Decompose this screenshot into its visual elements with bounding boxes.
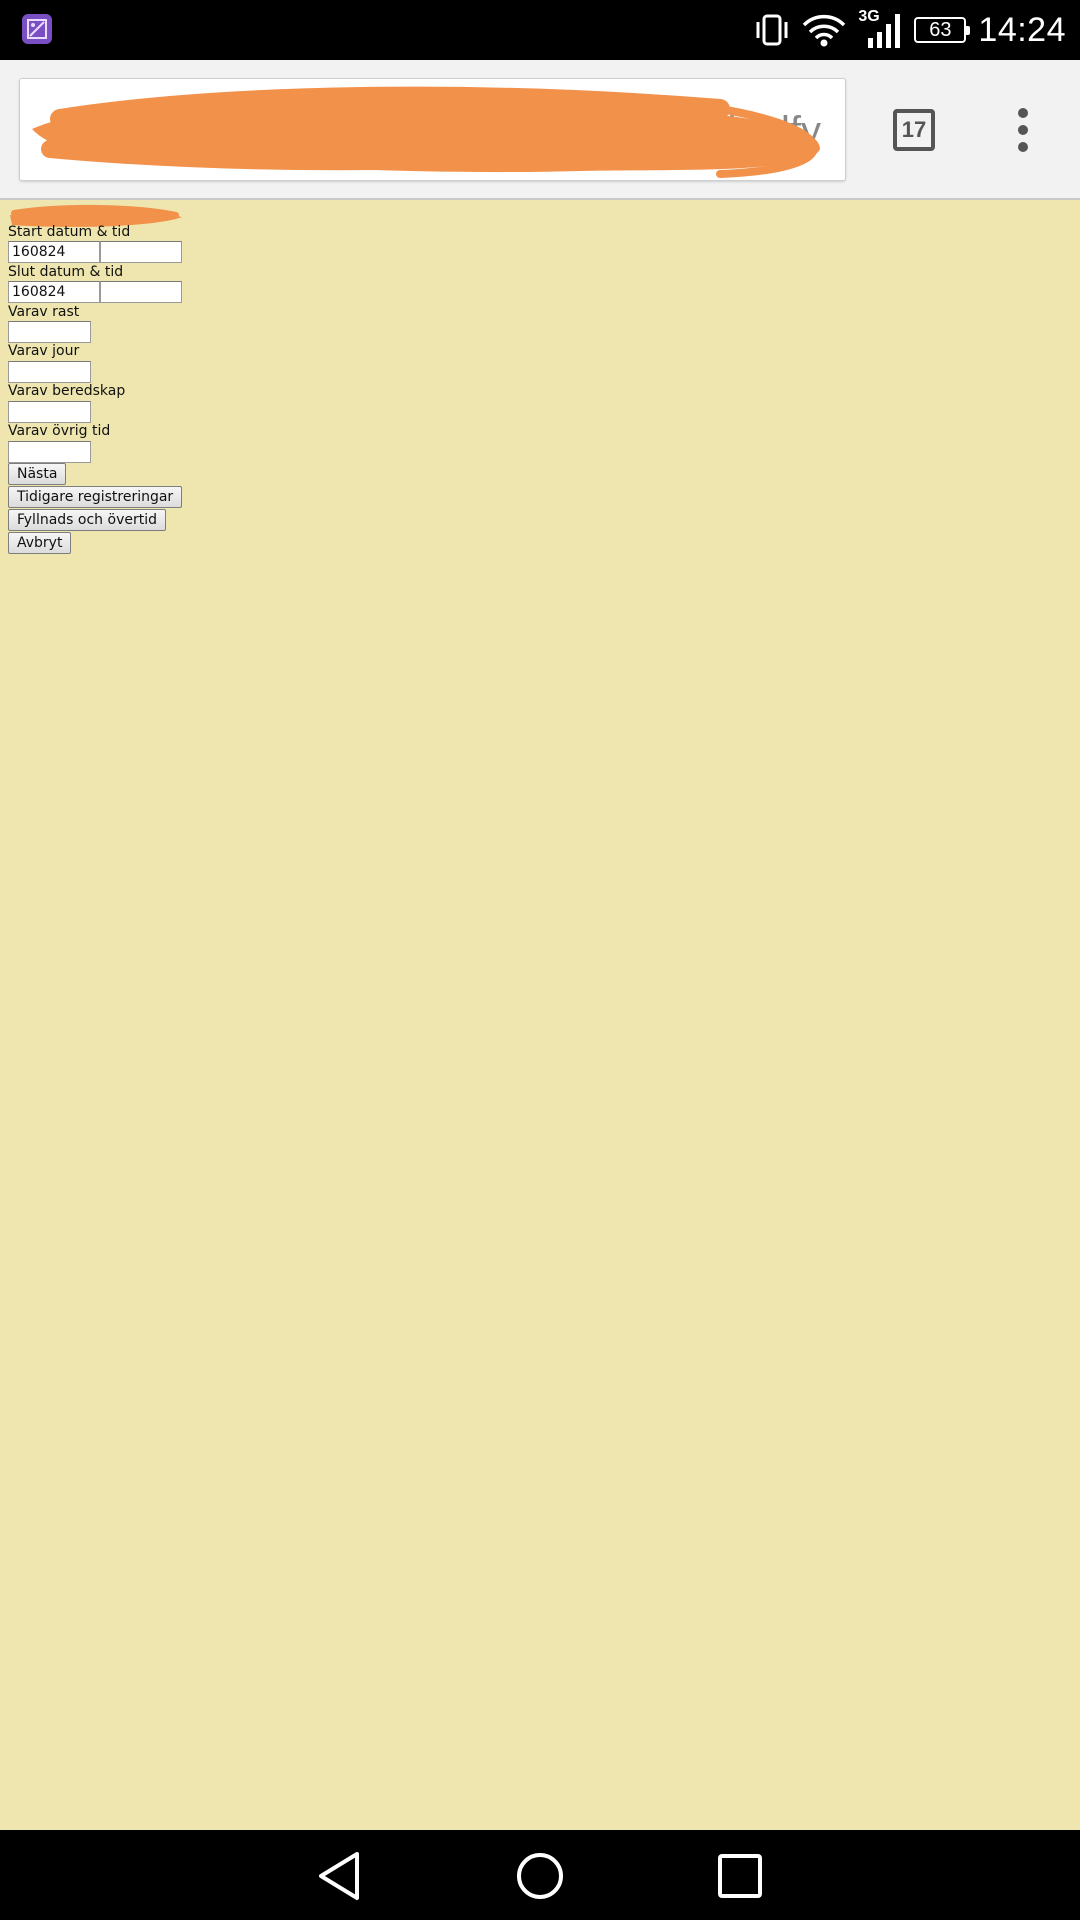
end-time-input[interactable] [100,281,182,303]
standby-label: Varav beredskap [8,383,126,399]
overflow-menu-icon[interactable] [1012,108,1034,152]
fill-overtime-button[interactable]: Fyllnads och övertid [8,509,166,531]
browser-toolbar: kzdfy 17 [0,60,1080,200]
tab-switcher-icon[interactable]: 17 [893,109,935,151]
other-time-input[interactable] [8,441,91,463]
oncall-input[interactable] [8,361,91,383]
home-icon[interactable] [514,1850,566,1902]
status-bar: 3G 63 14:24 [0,0,1080,60]
battery-icon: 63 [914,17,971,43]
status-clock: 14:24 [978,10,1066,49]
cell-signal-icon: 3G [858,8,902,52]
break-label: Varav rast [8,304,80,320]
vibrate-icon [756,14,788,46]
tab-count-label: 17 [901,117,927,142]
standby-input[interactable] [8,401,91,423]
start-datetime-label: Start datum & tid [8,224,131,240]
other-time-label: Varav övrig tid [8,423,111,439]
end-date-input[interactable] [8,281,100,303]
break-input[interactable] [8,321,91,343]
url-bar[interactable]: kzdfy [19,78,846,181]
battery-level: 63 [929,18,952,41]
next-button[interactable]: Nästa [8,463,67,485]
navigation-bar [0,1830,1080,1920]
start-time-input[interactable] [100,241,182,263]
cancel-button[interactable]: Avbryt [8,532,72,554]
recents-icon[interactable] [714,1850,766,1902]
previous-registrations-button[interactable]: Tidigare registreringar [8,486,183,508]
page-content: Start datum & tid Slut datum & tid Varav… [0,200,1080,1830]
start-date-input[interactable] [8,241,100,263]
url-text: kzdfy [727,109,821,153]
oncall-label: Varav jour [8,343,80,359]
gallery-notification-icon [22,14,52,44]
wifi-icon [803,14,846,47]
back-icon[interactable] [313,1850,365,1902]
url-redaction-scribble [32,86,820,178]
end-datetime-label: Slut datum & tid [8,264,124,280]
status-icons: 3G 63 14:24 [754,0,1066,60]
